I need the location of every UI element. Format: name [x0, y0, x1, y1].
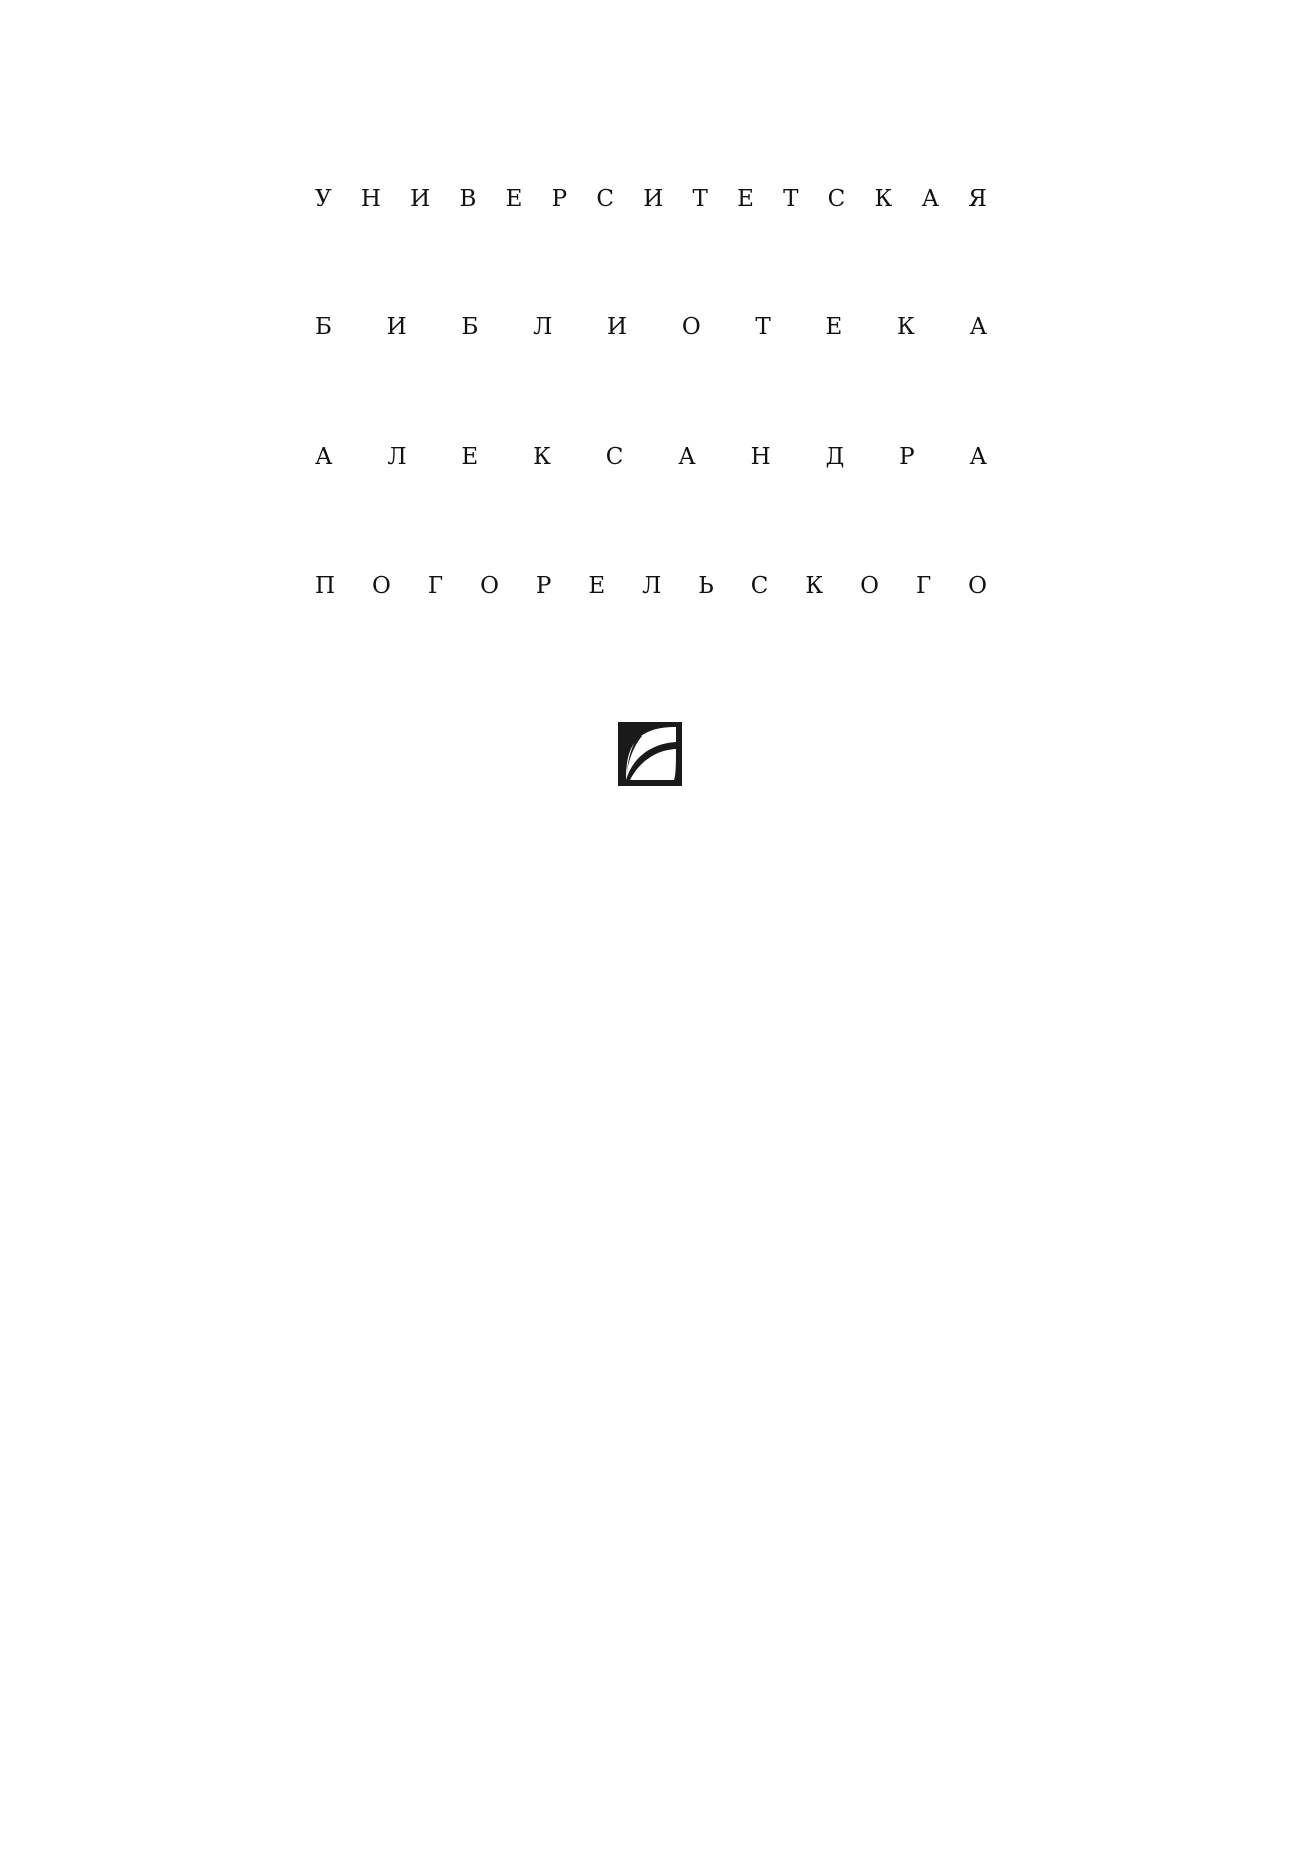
- title-letter: Е: [588, 572, 606, 599]
- title-letter: Т: [755, 313, 771, 340]
- title-letter: Н: [360, 185, 381, 212]
- title-letter: С: [827, 185, 846, 212]
- title-letter: И: [410, 185, 431, 212]
- title-letter: Н: [750, 443, 771, 470]
- title-letter: Е: [505, 185, 523, 212]
- series-title-line-2: БИБЛИОТЕКА: [315, 307, 987, 347]
- title-letter: Е: [737, 185, 754, 212]
- title-letter: К: [897, 313, 915, 340]
- title-letter: В: [459, 185, 477, 212]
- title-letter: С: [750, 572, 769, 599]
- title-letter: Л: [642, 572, 662, 599]
- title-letter: Л: [533, 313, 553, 340]
- title-letter: Г: [427, 572, 444, 599]
- title-letter: Д: [825, 443, 845, 470]
- title-letter: И: [386, 313, 407, 340]
- title-letter: Т: [783, 185, 799, 212]
- title-letter: Я: [968, 185, 987, 212]
- title-letter: Е: [461, 443, 479, 470]
- title-letter: Т: [692, 185, 708, 212]
- title-letter: К: [874, 185, 893, 212]
- title-letter: Б: [461, 313, 479, 340]
- title-letter: К: [533, 443, 551, 470]
- title-letter: О: [372, 572, 391, 599]
- title-letter: К: [805, 572, 824, 599]
- title-letter: О: [480, 572, 499, 599]
- title-letter: И: [607, 313, 628, 340]
- title-letter: О: [968, 572, 987, 599]
- title-letter: О: [860, 572, 879, 599]
- title-letter: Р: [551, 185, 568, 212]
- title-letter: А: [678, 443, 696, 470]
- series-title-line-3: АЛЕКСАНДРА: [315, 437, 987, 477]
- title-letter: Р: [899, 443, 915, 470]
- title-letter: С: [596, 185, 614, 212]
- title-letter: И: [643, 185, 664, 212]
- title-letter: А: [921, 185, 939, 212]
- title-letter: У: [315, 185, 332, 212]
- title-letter: Г: [915, 572, 932, 599]
- title-letter: Р: [535, 572, 552, 599]
- title-letter: Л: [387, 443, 407, 470]
- title-letter: С: [605, 443, 624, 470]
- title-letter: А: [315, 443, 333, 470]
- title-letter: Ь: [698, 572, 714, 599]
- title-letter: А: [969, 443, 987, 470]
- publisher-logo-icon: [618, 722, 682, 786]
- title-letter: Б: [315, 313, 332, 340]
- title-letter: А: [969, 313, 987, 340]
- title-letter: Е: [825, 313, 843, 340]
- title-letter: О: [681, 313, 701, 340]
- series-title-line-1: УНИВЕРСИТЕТСКАЯ: [315, 179, 987, 219]
- title-letter: П: [315, 572, 336, 599]
- series-title-line-4: ПОГОРЕЛЬСКОГО: [315, 566, 987, 606]
